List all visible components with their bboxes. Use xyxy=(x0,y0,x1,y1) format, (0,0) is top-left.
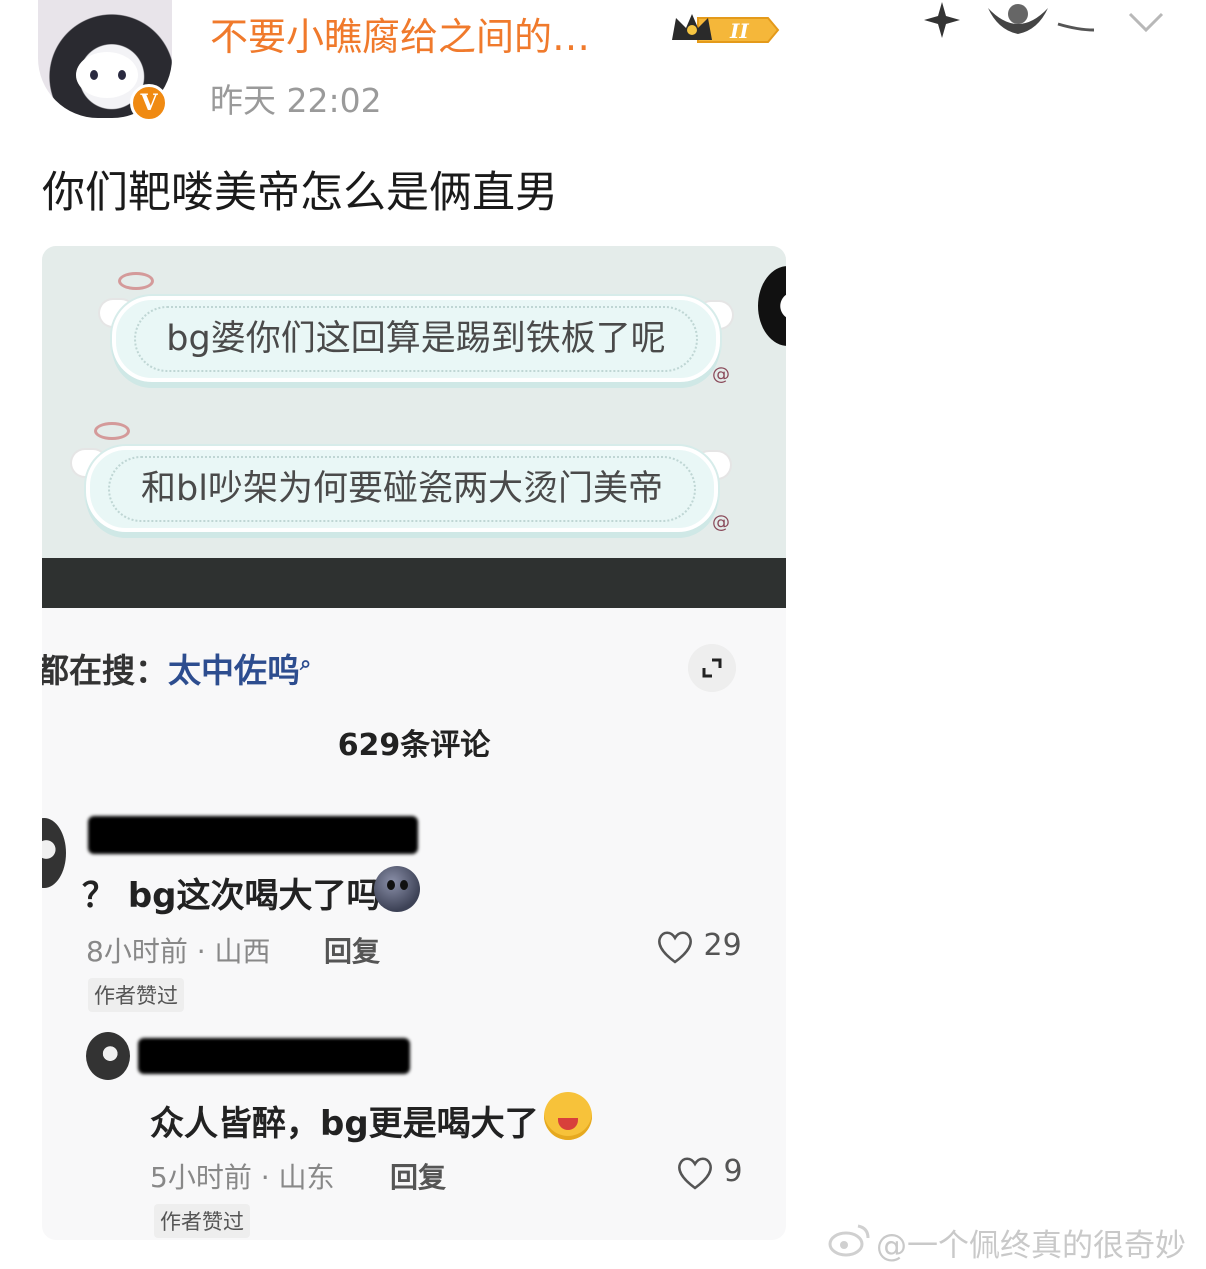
search-icon: ⌕ xyxy=(300,651,312,675)
chat-bubble-2: 和bl吵架为何要碰瓷两大烫门美帝 xyxy=(86,446,718,532)
post-image[interactable]: bg婆你们这回算是踢到铁板了呢 @ 和bl吵架为何要碰瓷两大烫门美帝 @ 都在搜… xyxy=(42,246,786,1240)
redacted-username xyxy=(88,816,418,854)
post-text: 你们靶喽美帝怎么是俩直男 xyxy=(42,168,558,218)
watermark: @一个佩终真的很奇妙 xyxy=(876,1228,1186,1264)
comment-meta: 8小时前 · 山西 xyxy=(86,935,271,968)
badge-level: II xyxy=(729,19,749,43)
trending-search[interactable]: 都在搜：太中佐呜⌕ xyxy=(42,644,311,692)
like-count: 9 xyxy=(723,1154,743,1189)
wink-emoji-icon xyxy=(544,1092,592,1140)
weibo-logo-icon xyxy=(828,1224,870,1257)
avatar-eye xyxy=(90,70,98,80)
heart-icon xyxy=(658,931,692,964)
post-timestamp: 昨天 22:02 xyxy=(210,81,382,120)
expand-icon[interactable] xyxy=(688,644,736,692)
swirl-icon: @ xyxy=(712,512,730,533)
redacted-username xyxy=(138,1038,410,1074)
crown-icon[interactable]: II xyxy=(668,10,780,50)
author-liked-tag: 作者赞过 xyxy=(88,978,184,1012)
avatar-face xyxy=(76,52,138,98)
divider-band xyxy=(42,558,786,608)
heart-icon xyxy=(678,1157,712,1190)
search-keyword[interactable]: 太中佐呜 xyxy=(168,651,300,690)
comment-text: 众人皆醉，bg更是喝大了 xyxy=(150,1104,539,1144)
commenter-avatar[interactable] xyxy=(86,1032,130,1080)
username[interactable]: 不要小瞧腐给之间的… xyxy=(210,6,590,61)
like-button[interactable]: 9 xyxy=(676,1154,743,1191)
comment-meta: 5小时前 · 山东 xyxy=(150,1161,335,1194)
reply-button[interactable]: 回复 xyxy=(324,930,380,970)
comments-count: 629条评论 xyxy=(337,728,491,763)
like-button[interactable]: 29 xyxy=(656,928,742,965)
emoji-icon xyxy=(374,866,420,912)
verified-badge: V xyxy=(130,84,168,122)
comment-text: ？ bg这次喝大了吗 xyxy=(82,876,381,916)
halo-icon xyxy=(94,422,130,440)
search-prefix: 都在搜： xyxy=(42,651,168,690)
like-count: 29 xyxy=(703,928,742,963)
chevron-down-icon[interactable] xyxy=(1126,6,1166,36)
avatar-eye xyxy=(118,70,126,80)
author-liked-tag: 作者赞过 xyxy=(154,1204,250,1238)
ornament-icon xyxy=(924,2,1095,38)
halo-icon xyxy=(118,272,154,290)
commenter-avatar[interactable] xyxy=(42,818,66,888)
swirl-icon: @ xyxy=(712,364,730,385)
reply-button[interactable]: 回复 xyxy=(390,1156,446,1196)
chat-bubble-1: bg婆你们这回算是踢到铁板了呢 xyxy=(112,296,720,382)
